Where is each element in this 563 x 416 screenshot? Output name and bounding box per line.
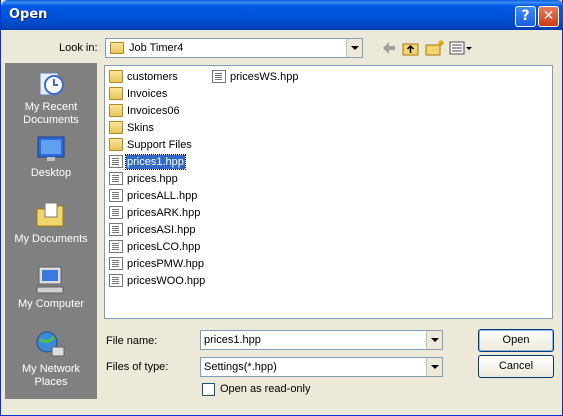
document-icon	[109, 206, 123, 219]
document-icon	[109, 274, 123, 287]
places-bar: My Recent Documents Desktop My Documents	[5, 63, 97, 399]
file-name: Invoices06	[127, 105, 180, 117]
place-label: Desktop	[30, 167, 72, 179]
folder-icon	[109, 70, 123, 83]
place-my-network-places[interactable]: My Network Places	[5, 329, 97, 389]
file-name: pricesASI.hpp	[127, 224, 196, 236]
chevron-down-icon[interactable]	[346, 39, 362, 57]
file-name: Support Files	[127, 139, 192, 151]
file-type-label: Files of type:	[106, 361, 169, 373]
file-list[interactable]: customers Invoices Invoices06 Skins Supp…	[104, 65, 553, 319]
file-name: customers	[127, 71, 178, 83]
document-icon	[109, 172, 123, 185]
file-name-label: File name:	[106, 335, 158, 347]
file-name: pricesWS.hpp	[230, 71, 299, 83]
document-icon	[109, 240, 123, 253]
back-icon[interactable]	[381, 39, 397, 57]
document-icon	[212, 70, 226, 83]
chevron-down-icon[interactable]	[426, 331, 442, 349]
document-icon	[109, 257, 123, 270]
look-in-value: Job Timer4	[129, 42, 184, 54]
place-label: My Recent Documents	[23, 101, 79, 126]
read-only-checkbox[interactable]	[202, 383, 215, 396]
file-type-value: Settings(*.hpp)	[204, 361, 277, 373]
my-documents-icon	[36, 202, 64, 227]
desktop-icon	[37, 136, 65, 161]
window-title: Open	[9, 7, 48, 22]
title-bar[interactable]: Open ? ✕	[1, 0, 563, 30]
file-type-dropdown[interactable]: Settings(*.hpp)	[200, 357, 443, 377]
new-folder-icon[interactable]	[425, 39, 445, 57]
chevron-down-icon[interactable]	[426, 358, 442, 376]
views-menu-icon[interactable]	[449, 39, 473, 57]
folder-icon	[109, 87, 123, 100]
document-icon	[109, 189, 123, 202]
place-label: My Computer	[17, 298, 85, 310]
file-name-input[interactable]: prices1.hpp	[200, 330, 443, 350]
open-dialog: Open ? ✕ Look in: Job Timer4 My Recent D…	[0, 0, 563, 416]
up-folder-icon[interactable]	[402, 39, 420, 57]
place-my-computer[interactable]: My Computer	[5, 264, 97, 311]
file-name: pricesARK.hpp	[127, 207, 201, 219]
close-button[interactable]: ✕	[538, 6, 559, 27]
file-name: prices1.hpp	[125, 154, 186, 170]
place-desktop[interactable]: Desktop	[5, 133, 97, 180]
look-in-label: Look in:	[59, 42, 98, 54]
read-only-label: Open as read-only	[220, 383, 311, 395]
folder-icon	[110, 42, 124, 54]
place-label: My Documents	[14, 233, 88, 245]
folder-icon	[109, 104, 123, 117]
place-my-recent-documents[interactable]: My Recent Documents	[5, 67, 97, 127]
folder-icon	[109, 121, 123, 134]
place-my-documents[interactable]: My Documents	[5, 199, 97, 246]
my-computer-icon	[36, 266, 64, 294]
look-in-dropdown[interactable]: Job Timer4	[105, 38, 363, 58]
network-places-icon	[36, 331, 65, 357]
place-label: My Network Places	[21, 363, 81, 388]
file-name: Skins	[127, 122, 154, 134]
file-name: pricesWOO.hpp	[127, 275, 206, 287]
file-name: prices.hpp	[127, 173, 178, 185]
recent-documents-icon	[39, 72, 64, 96]
open-button[interactable]: Open	[478, 329, 554, 352]
file-name-value: prices1.hpp	[204, 334, 261, 346]
file-name: Invoices	[127, 88, 168, 100]
document-icon	[109, 223, 123, 236]
file-name: pricesALL.hpp	[127, 190, 198, 202]
file-name: pricesLCO.hpp	[127, 241, 201, 253]
cancel-button[interactable]: Cancel	[478, 355, 554, 378]
folder-icon	[109, 138, 123, 151]
document-icon	[109, 155, 123, 168]
file-name: pricesPMW.hpp	[127, 258, 205, 270]
help-button[interactable]: ?	[515, 6, 536, 27]
